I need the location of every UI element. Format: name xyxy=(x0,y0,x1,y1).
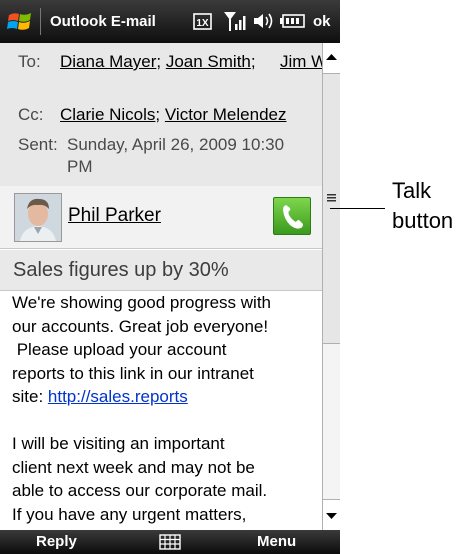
phone-screen: Outlook E-mail 1X ok To: Diana Mayer; Jo… xyxy=(0,0,340,554)
body-line: able to access our corporate mail. xyxy=(12,481,268,500)
keyboard-icon[interactable] xyxy=(159,534,181,550)
signal-icon xyxy=(224,12,246,31)
recipient-link[interactable]: Joan Smith xyxy=(166,52,251,71)
subject-bar: Sales figures up by 30% xyxy=(0,250,322,291)
message-content: To: Diana Mayer; Joan Smith; Jim Wong Cc… xyxy=(0,43,322,530)
to-recipients: Diana Mayer; Joan Smith; xyxy=(60,51,256,73)
callout-line1: Talk xyxy=(392,178,432,203)
recipient-separator: ; xyxy=(156,52,162,71)
arrow-down-icon xyxy=(326,513,337,519)
recipient-link-jim-wrap[interactable]: Jim Wong xyxy=(280,51,322,73)
body-line: our accounts. Great job everyone! xyxy=(12,316,269,336)
scrollbar[interactable] xyxy=(322,43,340,530)
body-line: If you have any urgent matters, xyxy=(12,504,247,524)
body-line: Please upload your account xyxy=(12,340,227,359)
phone-handset-icon xyxy=(283,205,303,229)
svg-text:1X: 1X xyxy=(196,18,209,29)
callout-line xyxy=(330,208,385,209)
message-subject: Sales figures up by 30% xyxy=(13,259,229,281)
body-line: I will be visiting an important xyxy=(12,434,225,453)
contact-row: Phil Parker xyxy=(0,186,322,249)
ok-button[interactable]: ok xyxy=(313,13,331,30)
sent-label: Sent: xyxy=(18,135,58,154)
to-label: To: xyxy=(18,52,41,71)
recipient-separator: ; xyxy=(250,52,256,71)
recipient-link[interactable]: Diana Mayer xyxy=(60,52,156,71)
cc-recipients: Clarie Nicols; Victor Melendez xyxy=(60,104,286,126)
contact-name-link[interactable]: Phil Parker xyxy=(68,205,161,227)
callout-line2: button xyxy=(392,208,454,233)
reply-softkey[interactable]: Reply xyxy=(36,533,77,550)
recipient-link[interactable]: Victor Melendez xyxy=(165,105,287,124)
scroll-down-button[interactable] xyxy=(323,499,340,530)
scroll-up-button[interactable] xyxy=(323,43,340,74)
title-separator xyxy=(40,8,41,35)
body-line-with-link: site: http://sales.reports xyxy=(12,385,317,409)
body-line: We're showing good progress with xyxy=(12,293,272,312)
title-bar: Outlook E-mail 1X ok xyxy=(0,0,340,43)
arrow-up-icon xyxy=(326,54,337,60)
network-1x-icon: 1X xyxy=(193,13,212,30)
callout-label: Talk button xyxy=(392,176,453,236)
avatar[interactable] xyxy=(14,193,62,242)
softkey-bar: Reply Menu xyxy=(0,530,340,554)
recipient-link[interactable]: Jim Wong xyxy=(280,51,322,73)
windows-start-icon[interactable] xyxy=(7,10,33,34)
message-header: To: Diana Mayer; Joan Smith; Jim Wong Cc… xyxy=(0,43,322,187)
recipient-link[interactable]: Clarie Nicols xyxy=(60,105,155,124)
person-photo-icon xyxy=(15,194,61,241)
message-body: We're showing good progress with our acc… xyxy=(12,291,317,526)
cc-label: Cc: xyxy=(18,105,44,124)
menu-softkey[interactable]: Menu xyxy=(257,533,296,550)
app-title: Outlook E-mail xyxy=(50,13,156,30)
body-line: reports to this link in our intranet xyxy=(12,363,254,383)
sent-date: Sunday, April 26, 2009 10:30 xyxy=(67,135,285,154)
body-line: client next week and may not be xyxy=(12,457,255,477)
link-prefix: site: xyxy=(12,387,48,406)
battery-icon xyxy=(280,14,305,28)
recipient-separator: ; xyxy=(155,105,161,124)
scroll-thumb[interactable] xyxy=(323,74,340,344)
sent-date-line2: PM xyxy=(67,157,93,176)
speaker-icon xyxy=(254,13,273,29)
talk-button[interactable] xyxy=(273,197,311,235)
intranet-link[interactable]: http://sales.reports xyxy=(48,387,188,406)
